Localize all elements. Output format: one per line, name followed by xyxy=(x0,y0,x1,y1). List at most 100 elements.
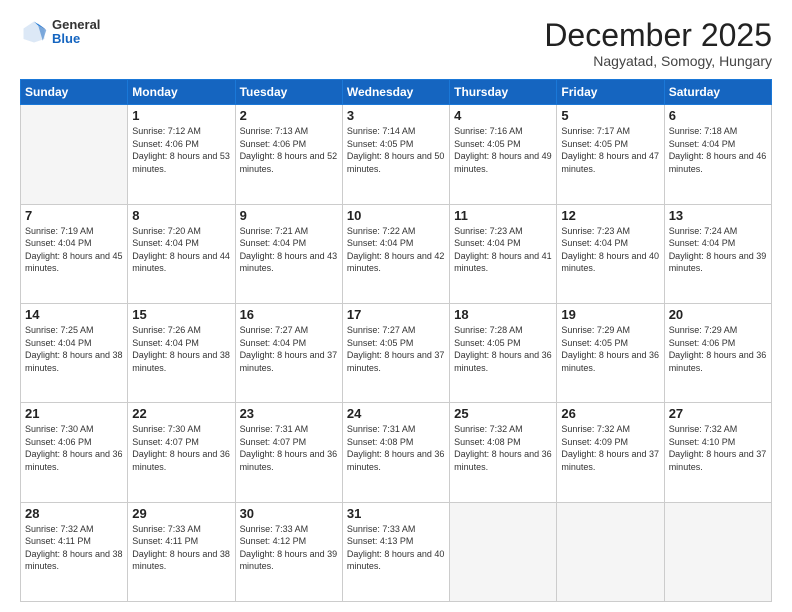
calendar-day-cell: 27 Sunrise: 7:32 AMSunset: 4:10 PMDayligh… xyxy=(664,403,771,502)
day-number: 29 xyxy=(132,506,230,521)
calendar-week-row: 7 Sunrise: 7:19 AMSunset: 4:04 PMDaylight… xyxy=(21,204,772,303)
calendar-day-cell: 30 Sunrise: 7:33 AMSunset: 4:12 PMDayligh… xyxy=(235,502,342,601)
day-info: Sunrise: 7:26 AMSunset: 4:04 PMDaylight:… xyxy=(132,324,230,374)
calendar-day-cell: 22Sunrise: 7:30 AMSunset: 4:07 PMDayligh… xyxy=(128,403,235,502)
calendar-day-cell: 15 Sunrise: 7:26 AMSunset: 4:04 PMDayligh… xyxy=(128,303,235,402)
day-number: 21 xyxy=(25,406,123,421)
calendar-body: 1 Sunrise: 7:12 AMSunset: 4:06 PMDaylight… xyxy=(21,105,772,602)
day-number: 16 xyxy=(240,307,338,322)
day-number: 19 xyxy=(561,307,659,322)
calendar-header-cell: Sunday xyxy=(21,80,128,105)
day-number: 5 xyxy=(561,108,659,123)
header: General Blue December 2025 Nagyatad, Som… xyxy=(20,18,772,69)
logo-general-text: General xyxy=(52,18,100,32)
calendar-header-cell: Saturday xyxy=(664,80,771,105)
day-info: Sunrise: 7:16 AMSunset: 4:05 PMDaylight:… xyxy=(454,125,552,175)
day-info: Sunrise: 7:30 AMSunset: 4:07 PMDaylight:… xyxy=(132,423,230,473)
day-info: Sunrise: 7:13 AMSunset: 4:06 PMDaylight:… xyxy=(240,125,338,175)
day-info: Sunrise: 7:29 AMSunset: 4:05 PMDaylight:… xyxy=(561,324,659,374)
day-number: 8 xyxy=(132,208,230,223)
calendar-table: SundayMondayTuesdayWednesdayThursdayFrid… xyxy=(20,79,772,602)
title-block: December 2025 Nagyatad, Somogy, Hungary xyxy=(544,18,772,69)
day-number: 25 xyxy=(454,406,552,421)
day-number: 24 xyxy=(347,406,445,421)
calendar-day-cell xyxy=(450,502,557,601)
page: General Blue December 2025 Nagyatad, Som… xyxy=(0,0,792,612)
day-number: 6 xyxy=(669,108,767,123)
day-info: Sunrise: 7:12 AMSunset: 4:06 PMDaylight:… xyxy=(132,125,230,175)
calendar-day-cell: 20 Sunrise: 7:29 AMSunset: 4:06 PMDayligh… xyxy=(664,303,771,402)
day-number: 2 xyxy=(240,108,338,123)
day-info: Sunrise: 7:27 AMSunset: 4:05 PMDaylight:… xyxy=(347,324,445,374)
day-info: Sunrise: 7:32 AMSunset: 4:11 PMDaylight:… xyxy=(25,523,123,573)
calendar-day-cell: 2 Sunrise: 7:13 AMSunset: 4:06 PMDaylight… xyxy=(235,105,342,204)
day-number: 15 xyxy=(132,307,230,322)
day-number: 14 xyxy=(25,307,123,322)
day-number: 7 xyxy=(25,208,123,223)
calendar-day-cell xyxy=(21,105,128,204)
day-info: Sunrise: 7:31 AMSunset: 4:08 PMDaylight:… xyxy=(347,423,445,473)
calendar-day-cell xyxy=(557,502,664,601)
day-info: Sunrise: 7:17 AMSunset: 4:05 PMDaylight:… xyxy=(561,125,659,175)
day-number: 20 xyxy=(669,307,767,322)
day-info: Sunrise: 7:22 AMSunset: 4:04 PMDaylight:… xyxy=(347,225,445,275)
day-number: 17 xyxy=(347,307,445,322)
calendar-header-row: SundayMondayTuesdayWednesdayThursdayFrid… xyxy=(21,80,772,105)
day-number: 12 xyxy=(561,208,659,223)
calendar-week-row: 28 Sunrise: 7:32 AMSunset: 4:11 PMDayligh… xyxy=(21,502,772,601)
calendar-day-cell: 17 Sunrise: 7:27 AMSunset: 4:05 PMDayligh… xyxy=(342,303,449,402)
day-info: Sunrise: 7:33 AMSunset: 4:12 PMDaylight:… xyxy=(240,523,338,573)
calendar-day-cell: 14 Sunrise: 7:25 AMSunset: 4:04 PMDayligh… xyxy=(21,303,128,402)
calendar-week-row: 1 Sunrise: 7:12 AMSunset: 4:06 PMDaylight… xyxy=(21,105,772,204)
page-subtitle: Nagyatad, Somogy, Hungary xyxy=(544,53,772,69)
day-number: 30 xyxy=(240,506,338,521)
calendar-day-cell: 4Sunrise: 7:16 AMSunset: 4:05 PMDaylight… xyxy=(450,105,557,204)
calendar-header-cell: Monday xyxy=(128,80,235,105)
day-info: Sunrise: 7:29 AMSunset: 4:06 PMDaylight:… xyxy=(669,324,767,374)
calendar-day-cell: 16Sunrise: 7:27 AMSunset: 4:04 PMDayligh… xyxy=(235,303,342,402)
day-info: Sunrise: 7:28 AMSunset: 4:05 PMDaylight:… xyxy=(454,324,552,374)
day-number: 23 xyxy=(240,406,338,421)
day-info: Sunrise: 7:32 AMSunset: 4:08 PMDaylight:… xyxy=(454,423,552,473)
calendar-day-cell: 11 Sunrise: 7:23 AMSunset: 4:04 PMDayligh… xyxy=(450,204,557,303)
calendar-day-cell: 19 Sunrise: 7:29 AMSunset: 4:05 PMDayligh… xyxy=(557,303,664,402)
calendar-day-cell: 18 Sunrise: 7:28 AMSunset: 4:05 PMDayligh… xyxy=(450,303,557,402)
calendar-day-cell: 6 Sunrise: 7:18 AMSunset: 4:04 PMDaylight… xyxy=(664,105,771,204)
day-number: 1 xyxy=(132,108,230,123)
day-info: Sunrise: 7:30 AMSunset: 4:06 PMDaylight:… xyxy=(25,423,123,473)
day-info: Sunrise: 7:20 AMSunset: 4:04 PMDaylight:… xyxy=(132,225,230,275)
day-number: 11 xyxy=(454,208,552,223)
day-number: 18 xyxy=(454,307,552,322)
calendar-day-cell: 23 Sunrise: 7:31 AMSunset: 4:07 PMDayligh… xyxy=(235,403,342,502)
day-info: Sunrise: 7:33 AMSunset: 4:13 PMDaylight:… xyxy=(347,523,445,573)
calendar-day-cell: 29 Sunrise: 7:33 AMSunset: 4:11 PMDayligh… xyxy=(128,502,235,601)
day-info: Sunrise: 7:18 AMSunset: 4:04 PMDaylight:… xyxy=(669,125,767,175)
day-info: Sunrise: 7:32 AMSunset: 4:09 PMDaylight:… xyxy=(561,423,659,473)
day-number: 13 xyxy=(669,208,767,223)
day-number: 28 xyxy=(25,506,123,521)
day-number: 3 xyxy=(347,108,445,123)
calendar-week-row: 14 Sunrise: 7:25 AMSunset: 4:04 PMDayligh… xyxy=(21,303,772,402)
day-info: Sunrise: 7:21 AMSunset: 4:04 PMDaylight:… xyxy=(240,225,338,275)
calendar-day-cell: 24 Sunrise: 7:31 AMSunset: 4:08 PMDayligh… xyxy=(342,403,449,502)
day-number: 27 xyxy=(669,406,767,421)
day-info: Sunrise: 7:24 AMSunset: 4:04 PMDaylight:… xyxy=(669,225,767,275)
calendar-day-cell: 3Sunrise: 7:14 AMSunset: 4:05 PMDaylight… xyxy=(342,105,449,204)
day-info: Sunrise: 7:23 AMSunset: 4:04 PMDaylight:… xyxy=(454,225,552,275)
calendar-day-cell: 10Sunrise: 7:22 AMSunset: 4:04 PMDayligh… xyxy=(342,204,449,303)
calendar-header-cell: Friday xyxy=(557,80,664,105)
calendar-day-cell: 26Sunrise: 7:32 AMSunset: 4:09 PMDayligh… xyxy=(557,403,664,502)
day-info: Sunrise: 7:25 AMSunset: 4:04 PMDaylight:… xyxy=(25,324,123,374)
day-info: Sunrise: 7:33 AMSunset: 4:11 PMDaylight:… xyxy=(132,523,230,573)
day-number: 31 xyxy=(347,506,445,521)
day-info: Sunrise: 7:19 AMSunset: 4:04 PMDaylight:… xyxy=(25,225,123,275)
calendar-day-cell: 1 Sunrise: 7:12 AMSunset: 4:06 PMDaylight… xyxy=(128,105,235,204)
calendar-header-cell: Wednesday xyxy=(342,80,449,105)
calendar-header: SundayMondayTuesdayWednesdayThursdayFrid… xyxy=(21,80,772,105)
calendar-day-cell: 13 Sunrise: 7:24 AMSunset: 4:04 PMDayligh… xyxy=(664,204,771,303)
calendar-header-cell: Tuesday xyxy=(235,80,342,105)
day-info: Sunrise: 7:31 AMSunset: 4:07 PMDaylight:… xyxy=(240,423,338,473)
calendar-day-cell: 5 Sunrise: 7:17 AMSunset: 4:05 PMDaylight… xyxy=(557,105,664,204)
day-info: Sunrise: 7:32 AMSunset: 4:10 PMDaylight:… xyxy=(669,423,767,473)
calendar-day-cell: 7 Sunrise: 7:19 AMSunset: 4:04 PMDaylight… xyxy=(21,204,128,303)
